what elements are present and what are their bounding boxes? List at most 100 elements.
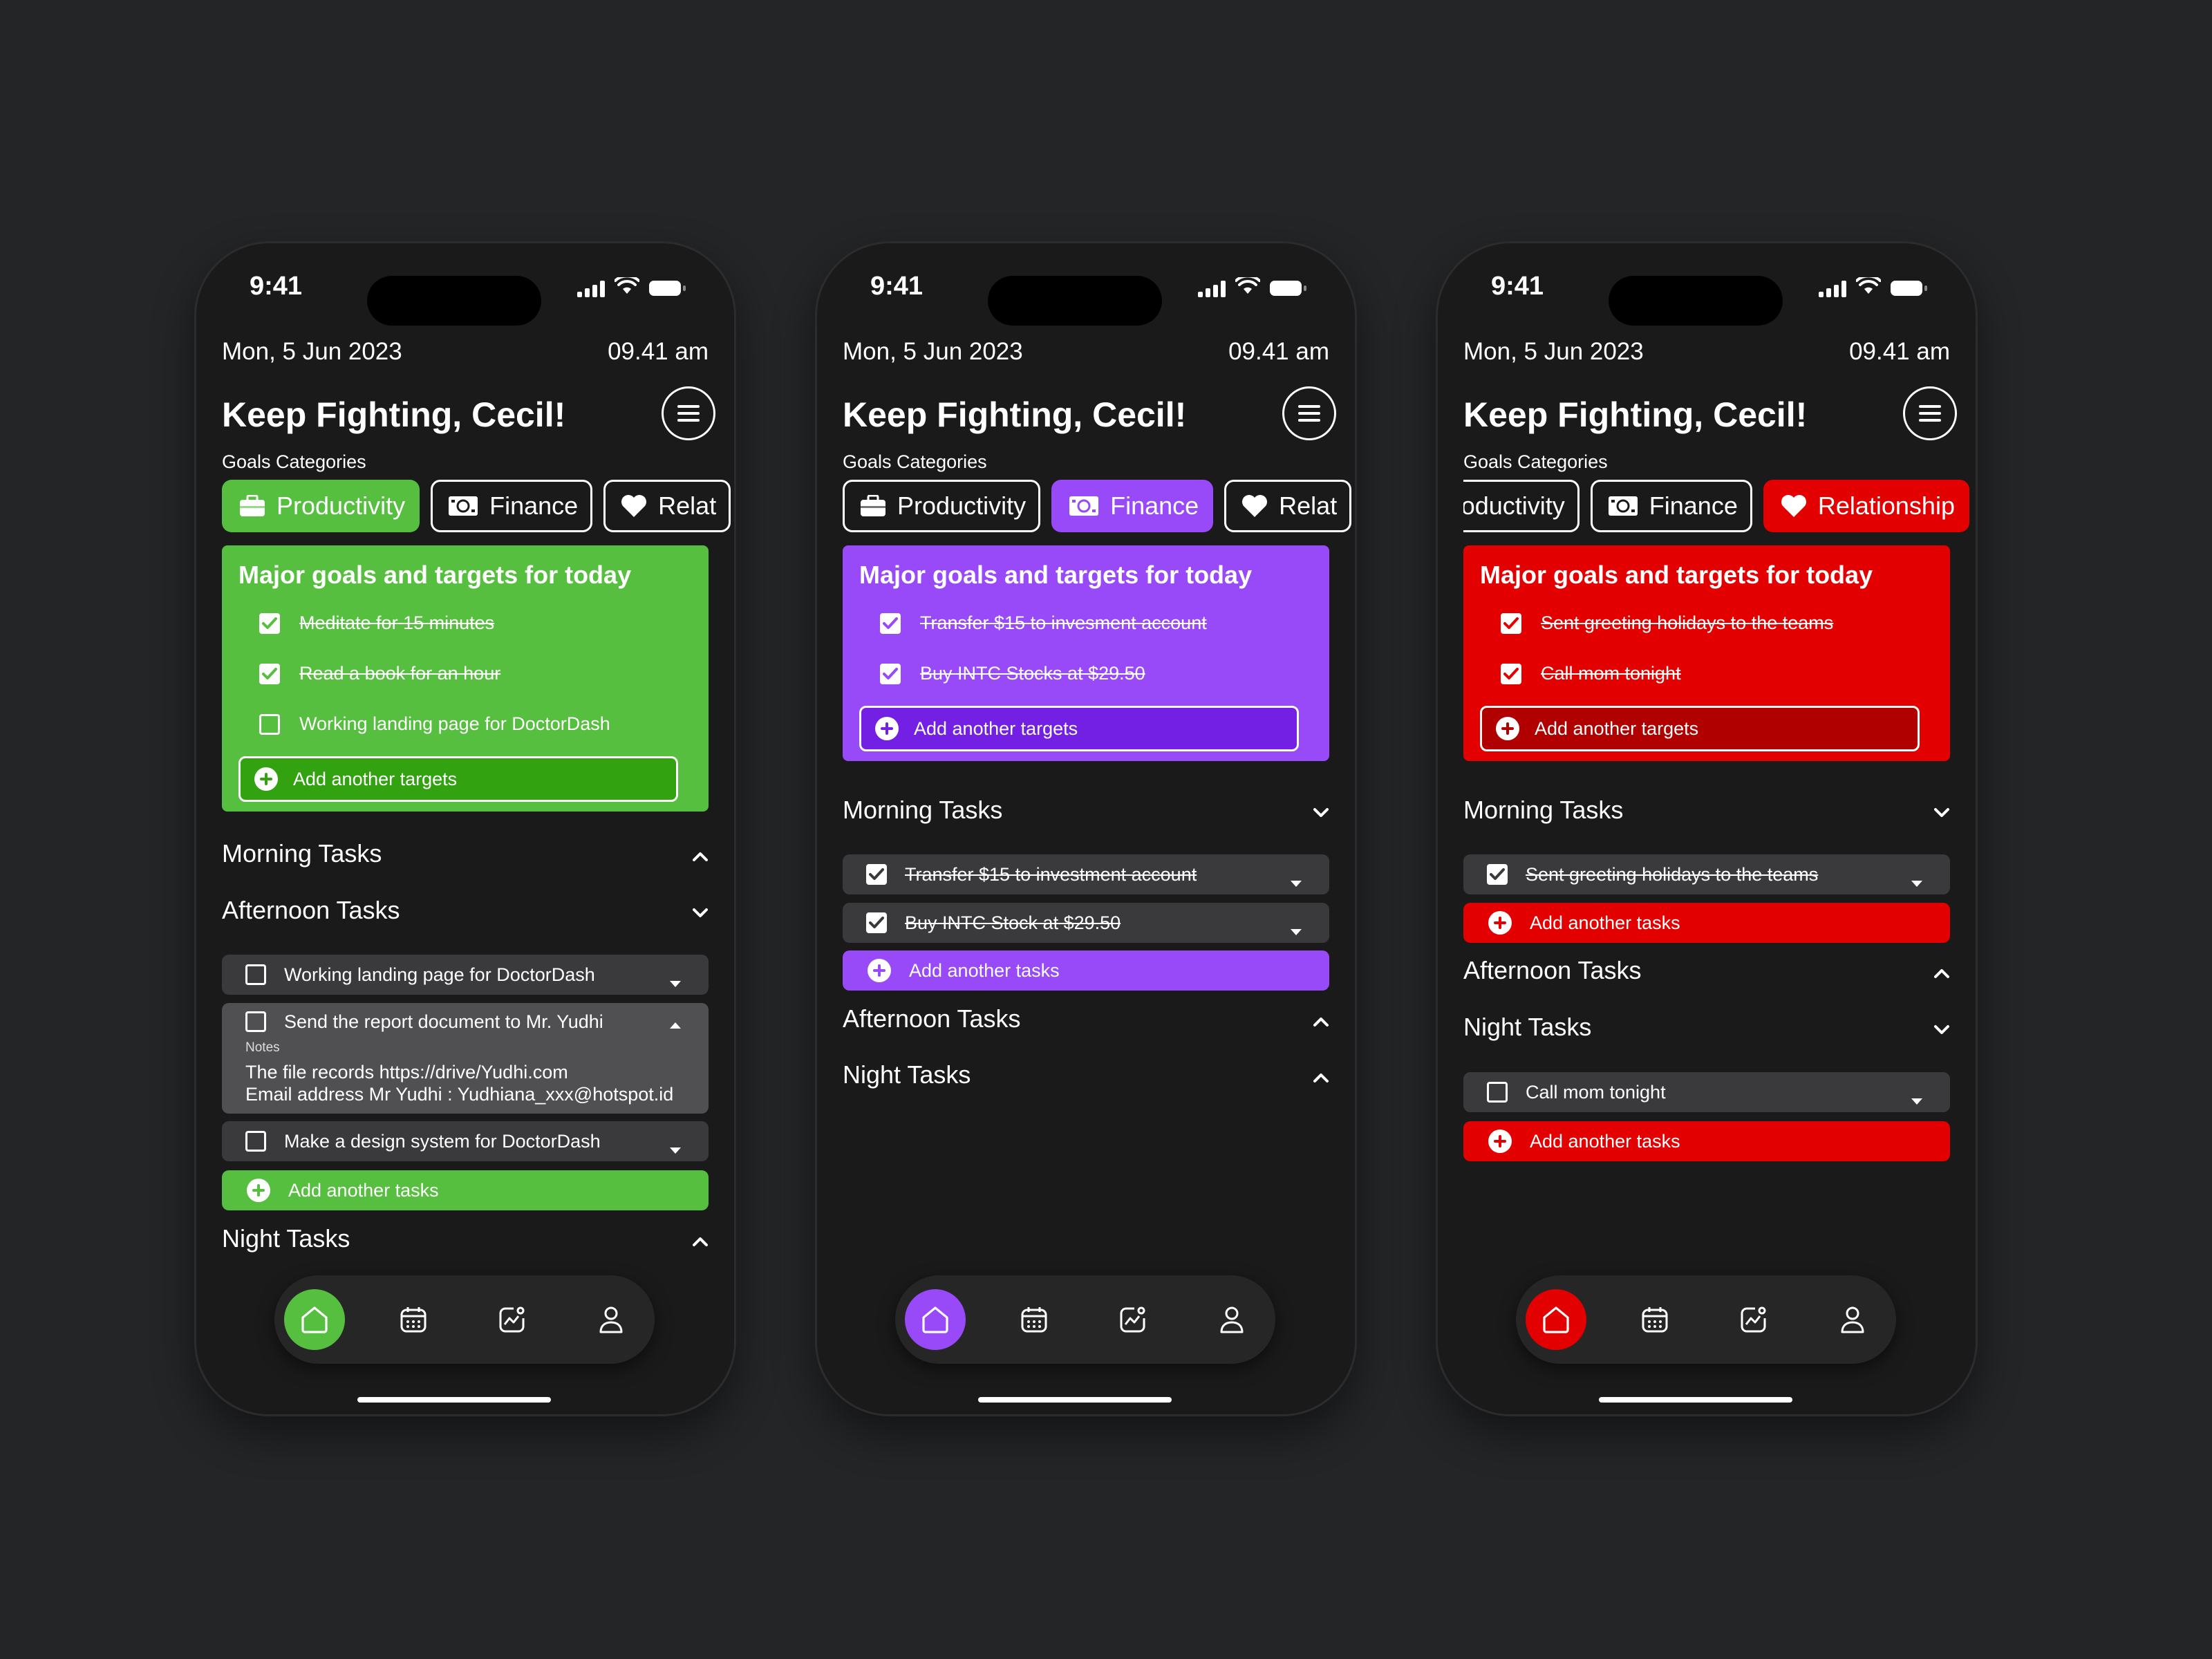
category-tabs: Productivity Finance Relationship	[1463, 480, 1978, 532]
hamburger-icon	[677, 405, 700, 422]
add-task-button[interactable]: Add another tasks	[1463, 903, 1950, 943]
category-chip-finance[interactable]: Finance	[431, 480, 593, 532]
menu-button[interactable]	[662, 386, 715, 440]
nav-calendar-button[interactable]	[383, 1289, 444, 1350]
checkbox[interactable]	[880, 663, 901, 684]
nav-chart-button[interactable]	[482, 1289, 543, 1350]
bottom-nav	[274, 1275, 655, 1364]
checkbox[interactable]	[1501, 663, 1521, 684]
menu-button[interactable]	[1282, 386, 1336, 440]
status-time: 9:41	[1491, 272, 1544, 301]
checkbox[interactable]	[866, 864, 887, 885]
category-label: Finance	[1649, 491, 1738, 520]
menu-button[interactable]	[1903, 386, 1957, 440]
category-chip-relationship[interactable]: Relationship	[1763, 480, 1969, 532]
section-header-night[interactable]: Night Tasks	[843, 1060, 1329, 1089]
nav-profile-button[interactable]	[581, 1289, 641, 1350]
task-text: Send the report document to Mr. Yudhi	[284, 1011, 603, 1032]
checkbox[interactable]	[259, 663, 280, 684]
category-chip-productivity[interactable]: Productivity	[222, 480, 420, 532]
nav-calendar-button[interactable]	[1004, 1289, 1065, 1350]
category-chip-relat[interactable]: Relat	[603, 480, 731, 532]
section-header-afternoon[interactable]: Afternoon Tasks	[1463, 956, 1950, 985]
checkbox[interactable]	[1487, 864, 1508, 885]
checkbox[interactable]	[245, 964, 266, 985]
profile-icon	[1219, 1306, 1244, 1333]
task-item[interactable]: Transfer $15 to investment account	[843, 854, 1329, 894]
status-time: 9:41	[870, 272, 924, 301]
nav-profile-button[interactable]	[1201, 1289, 1262, 1350]
add-target-button[interactable]: Add another targets	[859, 706, 1299, 751]
goal-item[interactable]: Transfer $15 to invesment account	[859, 598, 1313, 648]
nav-home-button[interactable]	[905, 1289, 966, 1350]
battery-icon	[649, 280, 686, 296]
caret-down-icon[interactable]	[1910, 1089, 1924, 1110]
nav-home-button[interactable]	[1526, 1289, 1586, 1350]
goal-item[interactable]: Meditate for 15 minutes	[238, 598, 692, 648]
home-icon	[921, 1305, 950, 1334]
add-target-button[interactable]: Add another targets	[1480, 706, 1920, 751]
checkbox[interactable]	[880, 612, 901, 634]
add-task-button[interactable]: Add another tasks	[843, 950, 1329, 991]
goal-item[interactable]: Buy INTC Stocks at $29.50	[859, 648, 1313, 699]
checkbox[interactable]	[245, 1131, 266, 1152]
goals-card: Major goals and targets for today Sent gr…	[1463, 545, 1950, 761]
checkbox[interactable]	[245, 1011, 266, 1032]
nav-home-button[interactable]	[284, 1289, 345, 1350]
goal-text: Sent greeting holidays to the teams	[1541, 612, 1834, 633]
caret-up-icon[interactable]	[668, 1013, 682, 1034]
caret-down-icon[interactable]	[668, 1138, 682, 1159]
profile-icon	[1840, 1306, 1865, 1333]
chevron-up-icon	[692, 1224, 709, 1253]
goal-text: Working landing page for DoctorDash	[299, 713, 610, 734]
checkbox[interactable]	[1487, 1082, 1508, 1103]
bottom-nav	[1516, 1275, 1896, 1364]
chevron-down-icon	[1313, 796, 1329, 825]
task-item[interactable]: Buy INTC Stock at $29.50	[843, 903, 1329, 943]
task-item[interactable]: Sent greeting holidays to the teams	[1463, 854, 1950, 894]
add-target-button[interactable]: Add another targets	[238, 756, 678, 802]
section-title: Morning Tasks	[222, 839, 382, 868]
section-header-morning[interactable]: Morning Tasks	[1463, 796, 1950, 825]
category-chip-finance[interactable]: Finance	[1051, 480, 1214, 532]
goals-title: Major goals and targets for today	[1480, 561, 1873, 589]
section-header-afternoon[interactable]: Afternoon Tasks	[843, 1004, 1329, 1033]
task-item[interactable]: Working landing page for DoctorDash	[222, 955, 709, 995]
nav-calendar-button[interactable]	[1624, 1289, 1685, 1350]
checkbox[interactable]	[259, 713, 280, 735]
category-chip-finance[interactable]: Finance	[1590, 480, 1752, 532]
goal-item[interactable]: Call mom tonight	[1480, 648, 1933, 699]
task-notes: The file records https://drive/Yudhi.com…	[245, 1062, 674, 1105]
nav-profile-button[interactable]	[1822, 1289, 1883, 1350]
category-chip-productivity[interactable]: Productivity	[1463, 480, 1580, 532]
section-header-afternoon[interactable]: Afternoon Tasks	[222, 896, 709, 925]
category-chip-relat[interactable]: Relat	[1224, 480, 1352, 532]
section-header-morning[interactable]: Morning Tasks	[843, 796, 1329, 825]
checkbox[interactable]	[259, 612, 280, 634]
caret-down-icon[interactable]	[1289, 871, 1303, 892]
greeting-title: Keep Fighting, Cecil!	[222, 395, 566, 434]
task-item[interactable]: Call mom tonight	[1463, 1072, 1950, 1112]
add-task-button[interactable]: Add another tasks	[1463, 1121, 1950, 1161]
category-label: Productivity	[1463, 491, 1565, 520]
caret-down-icon[interactable]	[1910, 871, 1924, 892]
checkbox[interactable]	[866, 912, 887, 933]
checkbox[interactable]	[1501, 612, 1521, 634]
add-task-button[interactable]: Add another tasks	[222, 1170, 709, 1210]
cellular-signal-icon	[577, 279, 605, 297]
goal-item[interactable]: Read a book for an hour	[238, 648, 692, 699]
nav-chart-button[interactable]	[1723, 1289, 1784, 1350]
section-header-night[interactable]: Night Tasks	[1463, 1013, 1950, 1042]
task-item[interactable]: Make a design system for DoctorDash	[222, 1121, 709, 1161]
home-indicator	[1599, 1397, 1792, 1403]
goal-item[interactable]: Sent greeting holidays to the teams	[1480, 598, 1933, 648]
add-target-label: Add another targets	[293, 768, 458, 789]
caret-down-icon[interactable]	[1289, 919, 1303, 941]
goal-item[interactable]: Working landing page for DoctorDash	[238, 699, 692, 749]
caret-down-icon[interactable]	[668, 971, 682, 993]
nav-chart-button[interactable]	[1103, 1289, 1163, 1350]
section-header-morning[interactable]: Morning Tasks	[222, 839, 709, 868]
category-chip-productivity[interactable]: Productivity	[843, 480, 1041, 532]
task-item[interactable]: Send the report document to Mr. Yudhi Not…	[222, 1003, 709, 1114]
section-header-night[interactable]: Night Tasks	[222, 1224, 709, 1253]
